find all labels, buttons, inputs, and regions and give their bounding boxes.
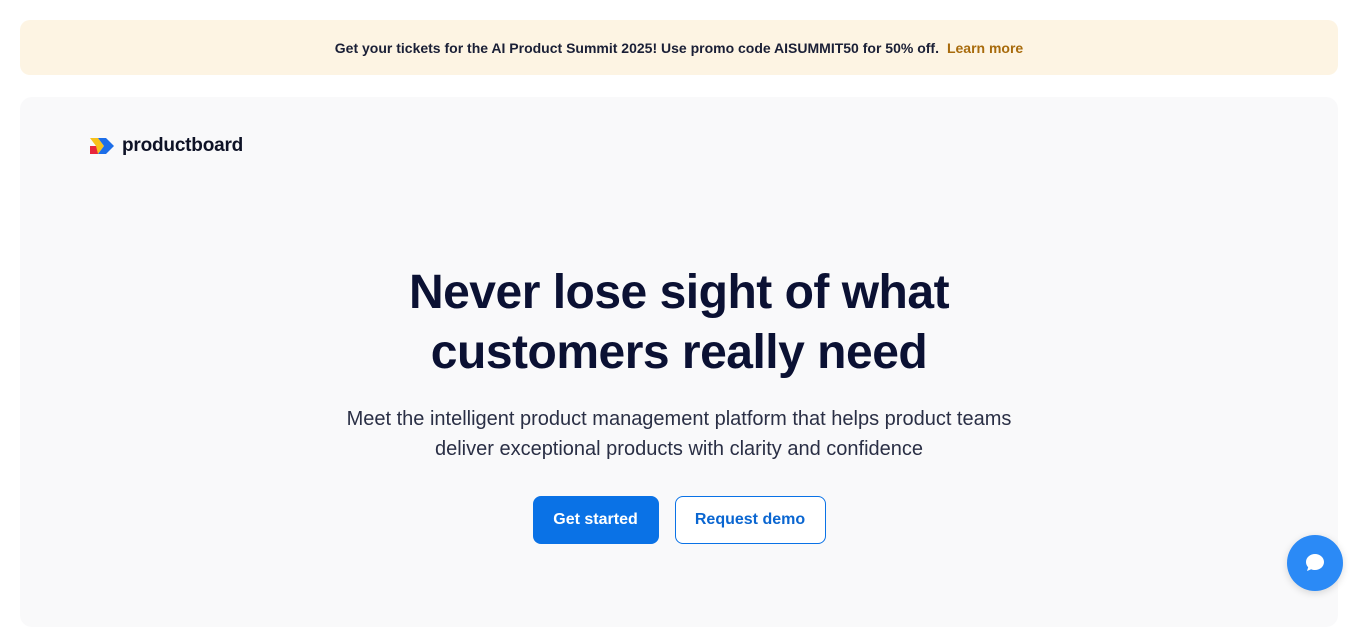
request-demo-button[interactable]: Request demo xyxy=(674,496,826,544)
headline-line-2: customers really need xyxy=(430,326,928,379)
brand-name: productboard xyxy=(122,135,244,156)
chat-bubble-icon xyxy=(1306,554,1324,571)
headline-line-1: Never lose sight of what xyxy=(408,266,950,319)
productboard-logo[interactable]: productboard xyxy=(90,135,243,157)
get-started-button[interactable]: Get started xyxy=(532,496,659,544)
subheadline-line-1: Meet the intelligent product management … xyxy=(346,408,1012,430)
chat-launcher-button[interactable] xyxy=(1287,535,1343,591)
promo-text: Get your tickets for the AI Product Summ… xyxy=(334,39,939,56)
productboard-logo-icon xyxy=(90,138,114,154)
hero-subheadline: Meet the intelligent product management … xyxy=(20,404,1338,464)
hero-section: productboard Never lose sight of what cu… xyxy=(20,97,1338,627)
subheadline-line-2: deliver exceptional products with clarit… xyxy=(434,438,924,460)
learn-more-link[interactable]: Learn more xyxy=(947,40,1023,56)
cta-row: Get started Request demo xyxy=(20,496,1338,544)
promo-banner: Get your tickets for the AI Product Summ… xyxy=(20,20,1338,75)
hero-headline: Never lose sight of what customers reall… xyxy=(20,263,1338,383)
